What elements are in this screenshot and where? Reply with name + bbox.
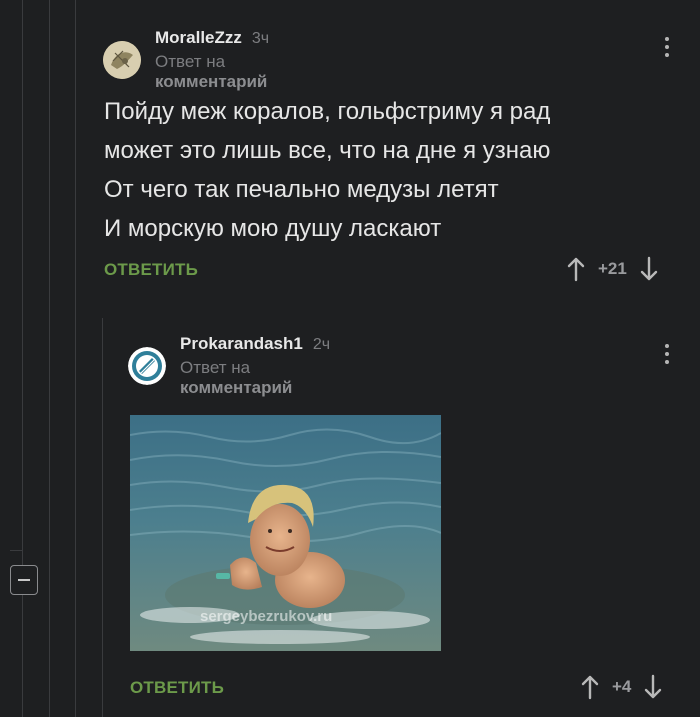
username[interactable]: MoralleZzz xyxy=(155,28,242,48)
comment-meta: Prokarandash1 2ч Ответ на комментарий xyxy=(180,334,330,398)
reply-info: Ответ на комментарий xyxy=(155,52,269,92)
thread-line xyxy=(22,0,23,717)
comment-header: MoralleZzz 3ч Ответ на комментарий xyxy=(103,28,269,92)
reply-button[interactable]: ОТВЕТИТЬ xyxy=(104,260,198,280)
thread-line xyxy=(75,0,76,717)
rating: +4 xyxy=(612,677,632,696)
username[interactable]: Prokarandash1 xyxy=(180,334,303,354)
vote-controls: +4 xyxy=(580,674,663,700)
arrow-down-icon[interactable] xyxy=(639,256,659,282)
image-watermark: sergeybezrukov.ru xyxy=(200,608,333,625)
vote-controls: +21 xyxy=(566,256,659,282)
kebab-menu-icon[interactable] xyxy=(664,344,670,364)
arrow-up-icon[interactable] xyxy=(580,674,600,700)
comment-text-line: может это лишь все, что на дне я узнаю xyxy=(104,137,551,164)
comment-text-line: И морскую мою душу ласкают xyxy=(104,215,442,242)
thread-line xyxy=(102,318,103,717)
comment-header: Prokarandash1 2ч Ответ на комментарий xyxy=(128,334,330,398)
kebab-menu-icon[interactable] xyxy=(664,37,670,57)
comment-meta: MoralleZzz 3ч Ответ на комментарий xyxy=(155,28,269,92)
parent-comment-link[interactable]: комментарий xyxy=(155,72,267,91)
arrow-up-icon[interactable] xyxy=(566,256,586,282)
comment-image[interactable]: sergeybezrukov.ru xyxy=(130,415,441,651)
avatar[interactable] xyxy=(103,41,141,79)
comment-time: 2ч xyxy=(312,336,331,353)
rating: +21 xyxy=(598,259,627,278)
parent-comment-link[interactable]: комментарий xyxy=(180,378,292,397)
reply-info: Ответ на комментарий xyxy=(180,358,330,398)
reply-prefix: Ответ на xyxy=(180,358,251,377)
comment-text-line: Пойду меж коралов, гольфстриму я рад xyxy=(104,98,551,125)
comment-time: 3ч xyxy=(251,30,270,47)
comment-body: Пойду меж коралов, гольфстриму я рад мож… xyxy=(104,92,550,248)
thread-line xyxy=(49,0,50,717)
collapse-icon[interactable] xyxy=(10,565,38,595)
avatar[interactable] xyxy=(128,347,166,385)
comment-text-line: От чего так печально медузы летят xyxy=(104,176,499,203)
collapse-connector xyxy=(10,550,22,551)
reply-prefix: Ответ на xyxy=(155,52,226,71)
reply-button[interactable]: ОТВЕТИТЬ xyxy=(130,678,224,698)
arrow-down-icon[interactable] xyxy=(643,674,663,700)
